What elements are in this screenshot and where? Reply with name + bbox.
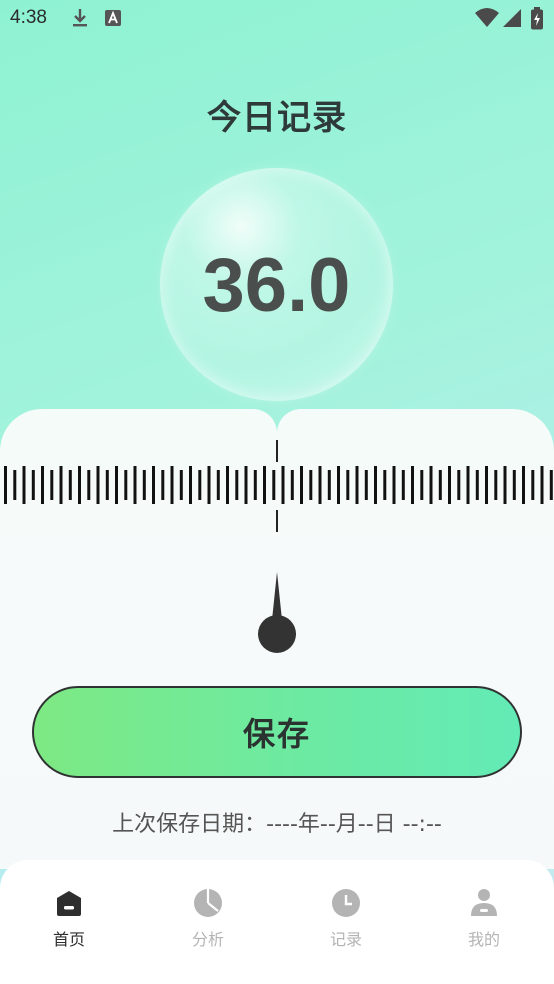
ruler-tick	[263, 466, 266, 504]
ruler-tick	[31, 470, 35, 500]
tab-records-label: 记录	[329, 930, 362, 949]
ruler-tick	[253, 470, 257, 500]
ruler-tick	[226, 466, 229, 504]
ruler-tick	[87, 470, 91, 500]
wifi-icon	[475, 8, 499, 27]
ruler-tick	[13, 470, 17, 500]
tab-home[interactable]: 首页	[19, 888, 119, 950]
cellular-signal-icon	[503, 9, 521, 27]
ruler-tick	[466, 466, 470, 504]
ruler-tick	[22, 466, 26, 504]
ruler-tick	[235, 470, 239, 500]
ruler-tick	[161, 470, 165, 500]
ruler-tick	[494, 470, 498, 500]
last-saved-text: 上次保存日期：----年--月--日 --:--	[112, 812, 442, 837]
ruler-tick	[503, 466, 507, 504]
tab-home-label: 首页	[52, 930, 85, 949]
ruler-tick	[512, 470, 516, 500]
temperature-value: 36.0	[202, 243, 351, 328]
ruler-tick	[96, 466, 100, 504]
center-mark-top	[276, 440, 278, 462]
ruler-tick	[374, 466, 377, 504]
ruler-tick	[272, 470, 276, 500]
ruler-tick	[401, 470, 405, 500]
ruler-tick	[438, 470, 442, 500]
ruler-tick	[59, 466, 63, 504]
reading-bubble: 36.0	[160, 168, 393, 401]
ruler-tick	[531, 470, 535, 500]
center-mark-bottom	[276, 510, 278, 532]
ruler-tick	[133, 466, 137, 504]
value-ruler[interactable]	[0, 466, 554, 504]
ruler-tick	[364, 470, 368, 500]
profile-icon	[471, 889, 497, 916]
ruler-tick	[309, 470, 313, 500]
page-title: 今日记录	[207, 98, 347, 138]
ruler-tick	[78, 466, 81, 504]
ruler-tick	[429, 466, 433, 504]
ruler-tick	[318, 466, 322, 504]
tab-analysis[interactable]: 分析	[158, 888, 258, 950]
ruler-tick	[198, 470, 202, 500]
ruler-tick	[124, 470, 128, 500]
ruler-tick	[115, 466, 118, 504]
ruler-tick	[540, 466, 544, 504]
download-icon	[73, 9, 87, 27]
ruler-tick	[152, 466, 155, 504]
status-time: 4:38	[10, 7, 47, 28]
home-icon	[57, 891, 81, 916]
ruler-tick	[355, 466, 359, 504]
ruler-tick	[170, 466, 174, 504]
ruler-tick	[383, 470, 387, 500]
ruler-tick	[475, 470, 479, 500]
ruler-tick	[4, 466, 7, 504]
clock-icon	[332, 889, 360, 917]
ruler-tick	[457, 470, 461, 500]
ruler-tick	[216, 470, 220, 500]
ruler-tick	[485, 466, 488, 504]
dial-pointer-icon[interactable]	[256, 572, 298, 656]
ruler-tick	[189, 466, 192, 504]
ruler-tick	[281, 466, 285, 504]
ruler-tick	[411, 466, 414, 504]
pie-chart-icon	[194, 889, 222, 917]
keyboard-app-icon	[105, 10, 121, 26]
status-bar: 4:38	[0, 0, 554, 38]
bottom-tab-bar: 首页 分析 记录 我的	[0, 860, 554, 984]
ruler-tick	[522, 466, 525, 504]
battery-charging-icon	[531, 7, 543, 30]
ruler-tick	[420, 470, 424, 500]
ruler-tick	[300, 466, 303, 504]
ruler-tick	[337, 466, 340, 504]
ruler-tick	[327, 470, 331, 500]
ruler-tick	[41, 466, 44, 504]
ruler-tick	[448, 466, 451, 504]
tab-records[interactable]: 记录	[296, 888, 396, 950]
ruler-tick	[244, 466, 248, 504]
ruler-tick	[207, 466, 211, 504]
ruler-tick	[68, 470, 72, 500]
tab-profile[interactable]: 我的	[434, 888, 534, 950]
save-button[interactable]: 保存	[32, 686, 522, 778]
ruler-tick	[290, 470, 294, 500]
tab-analysis-label: 分析	[191, 930, 224, 949]
ruler-tick	[105, 470, 109, 500]
tab-profile-label: 我的	[467, 930, 500, 949]
ruler-tick	[549, 470, 553, 500]
ruler-tick	[392, 466, 396, 504]
ruler-tick	[346, 470, 350, 500]
ruler-tick	[179, 470, 183, 500]
ruler-tick	[142, 470, 146, 500]
ruler-tick	[50, 470, 54, 500]
